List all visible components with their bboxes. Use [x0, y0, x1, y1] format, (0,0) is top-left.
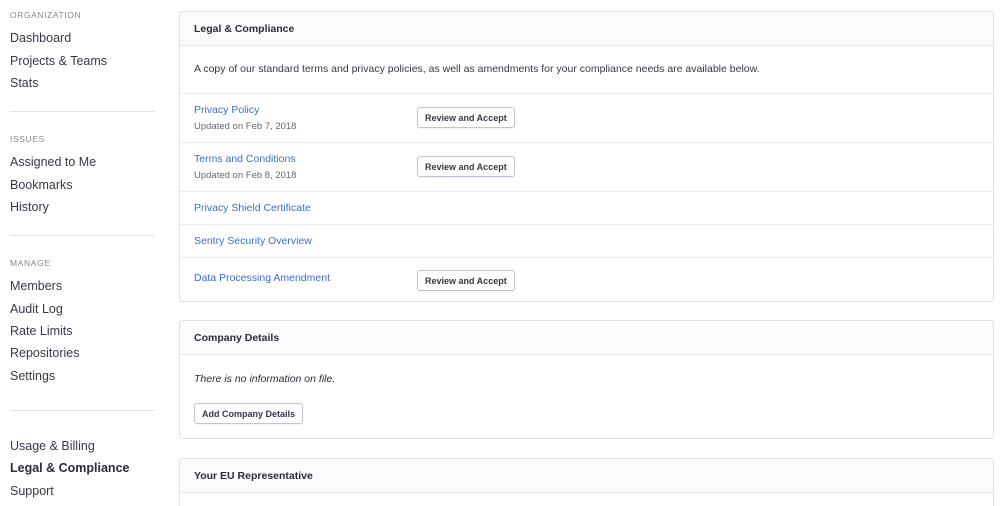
sidebar-divider [10, 111, 155, 112]
panel-title: Legal & Compliance [194, 23, 295, 35]
data-processing-link[interactable]: Data Processing Amendment [194, 272, 330, 284]
row-divider [180, 191, 993, 192]
panel-header: Company Details [180, 321, 993, 355]
nav-legal-compliance[interactable]: Legal & Compliance [10, 461, 129, 475]
nav-stats[interactable]: Stats [10, 76, 39, 90]
review-accept-dpa-button[interactable]: Review and Accept [417, 270, 515, 291]
privacy-shield-link[interactable]: Privacy Shield Certificate [194, 202, 311, 214]
review-accept-privacy-button[interactable]: Review and Accept [417, 107, 515, 128]
row-divider [180, 224, 993, 225]
company-details-panel: Company Details There is no information … [179, 320, 994, 439]
section-title-issues: ISSUES [10, 134, 45, 144]
company-empty-text: There is no information on file. [194, 373, 336, 385]
privacy-policy-updated: Updated on Feb 7, 2018 [194, 121, 297, 132]
nav-projects-teams[interactable]: Projects & Teams [10, 54, 107, 68]
section-title-manage: MANAGE [10, 258, 51, 268]
nav-assigned-to-me[interactable]: Assigned to Me [10, 155, 96, 169]
nav-history[interactable]: History [10, 200, 49, 214]
panel-title: Company Details [194, 332, 280, 344]
row-divider [180, 93, 993, 94]
nav-audit-log[interactable]: Audit Log [10, 302, 63, 316]
row-divider [180, 142, 993, 143]
row-divider [180, 257, 993, 258]
eu-representative-panel: Your EU Representative [179, 458, 994, 506]
add-company-details-button[interactable]: Add Company Details [194, 403, 304, 424]
legal-intro-text: A copy of our standard terms and privacy… [194, 63, 760, 75]
security-overview-link[interactable]: Sentry Security Overview [194, 235, 312, 247]
legal-compliance-panel: Legal & Compliance A copy of our standar… [179, 11, 994, 302]
sidebar-divider [10, 410, 155, 411]
panel-header: Your EU Representative [180, 459, 993, 493]
nav-dashboard[interactable]: Dashboard [10, 31, 71, 45]
panel-title: Your EU Representative [194, 470, 313, 482]
nav-bookmarks[interactable]: Bookmarks [10, 178, 73, 192]
nav-members[interactable]: Members [10, 279, 62, 293]
nav-settings[interactable]: Settings [10, 369, 55, 383]
panel-header: Legal & Compliance [180, 12, 993, 46]
nav-support[interactable]: Support [10, 484, 54, 498]
terms-conditions-updated: Updated on Feb 8, 2018 [194, 170, 297, 181]
review-accept-terms-button[interactable]: Review and Accept [417, 156, 515, 177]
terms-conditions-link[interactable]: Terms and Conditions [194, 153, 296, 165]
section-title-organization: ORGANIZATION [10, 10, 82, 20]
nav-usage-billing[interactable]: Usage & Billing [10, 439, 95, 453]
nav-rate-limits[interactable]: Rate Limits [10, 324, 73, 338]
sidebar: ORGANIZATION Dashboard Projects & Teams … [0, 0, 165, 506]
sidebar-divider [10, 235, 155, 236]
privacy-policy-link[interactable]: Privacy Policy [194, 104, 259, 116]
nav-repositories[interactable]: Repositories [10, 346, 79, 360]
